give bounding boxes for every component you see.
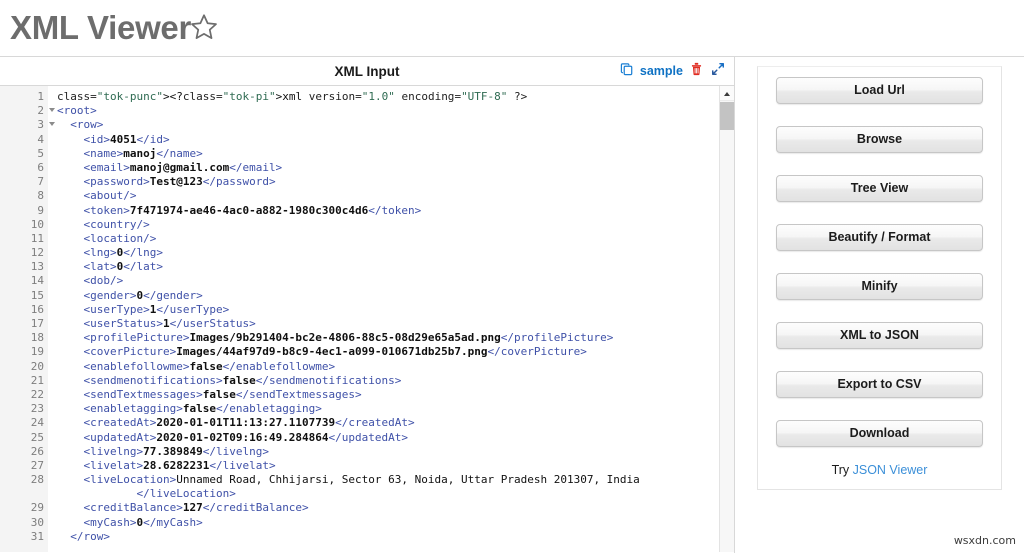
expand-arrows-icon[interactable] [711, 62, 725, 81]
code-line: <id>4051</id> [83, 132, 170, 146]
code-line: <createdAt>2020-01-01T11:13:27.1107739</… [83, 416, 415, 430]
line-number: 21 [30, 373, 44, 387]
code-line: <location/> [83, 231, 157, 245]
browse-button[interactable]: Browse [776, 126, 983, 153]
line-number-gutter: 1 2 3 4 5 6 7 8 9 10 11 12 13 14 15 16 17 18 19 20 21 22 23 24 2… [0, 86, 55, 552]
code-line: <lat>0</lat> [83, 260, 164, 274]
code-line: <enabletagging>false</enabletagging> [83, 402, 322, 416]
chevron-up-icon [724, 92, 730, 96]
code-line: <livelng>77.389849</livelng> [83, 444, 269, 458]
code-line: </liveLocation> [136, 487, 236, 501]
editor-toolbar: XML Input sample [0, 57, 734, 86]
code-line: <root> [57, 104, 97, 118]
line-number: 4 [37, 132, 44, 146]
line-number: 9 [37, 203, 44, 217]
code-line: <password>Test@123</password> [83, 175, 276, 189]
code-line: <about/> [83, 189, 137, 203]
code-content[interactable]: class="tok-punc"><?class="tok-pi">xml ve… [48, 86, 734, 552]
download-button[interactable]: Download [776, 420, 983, 447]
page-header: XML Viewer [0, 0, 1024, 57]
xml-editor-panel: XML Input sample 1 2 3 4 5 6 7 8 9 10 11 12 13 14 15 16… [0, 57, 735, 553]
editor-vertical-scrollbar[interactable] [719, 86, 734, 552]
code-line: <livelat>28.6282231</livelat> [83, 458, 276, 472]
code-editor[interactable]: 1 2 3 4 5 6 7 8 9 10 11 12 13 14 15 16 17 18 19 20 21 22 23 24 2… [0, 86, 734, 552]
copy-icon[interactable] [620, 62, 635, 82]
line-number: 18 [30, 331, 44, 345]
editor-toolbar-actions: sample [620, 57, 725, 86]
star-outline-icon[interactable] [189, 12, 219, 47]
trash-icon[interactable] [690, 62, 703, 81]
try-json-viewer: Try JSON Viewer [776, 463, 983, 477]
watermark: wsxdn.com [953, 534, 1016, 547]
try-prefix-label: Try [831, 463, 853, 477]
line-number: 28 [30, 473, 44, 487]
main-body: XML Input sample 1 2 3 4 5 6 7 8 9 10 11 12 13 14 15 16… [0, 57, 1024, 553]
line-number: 2 [0, 104, 55, 118]
xml-to-json-button[interactable]: XML to JSON [776, 322, 983, 349]
line-number: 19 [30, 345, 44, 359]
line-number-wrap [0, 487, 48, 501]
line-number: 1 [37, 90, 44, 103]
code-line: <name>manoj</name> [83, 146, 203, 160]
code-line: <coverPicture>Images/44af97d9-b8c9-4ec1-… [83, 345, 587, 359]
code-line: <lng>0</lng> [83, 246, 164, 260]
load-url-button[interactable]: Load Url [776, 77, 983, 104]
line-number: 23 [30, 402, 44, 416]
line-number: 11 [30, 231, 44, 245]
line-number: 26 [30, 444, 44, 458]
code-line: <email>manoj@gmail.com</email> [83, 160, 283, 174]
code-line: <userType>1</userType> [83, 302, 230, 316]
code-line: <creditBalance>127</creditBalance> [83, 501, 309, 515]
scroll-up-button[interactable] [720, 86, 734, 101]
line-number: 24 [30, 416, 44, 430]
line-number: 29 [30, 501, 44, 515]
code-line: <row> [70, 118, 104, 132]
xml-viewer-app: XML Viewer XML Input sample 1 2 3 4 5 6 7 8 9 10 1… [0, 0, 1024, 553]
line-number: 7 [37, 175, 44, 189]
beautify-format-button[interactable]: Beautify / Format [776, 224, 983, 251]
code-line: <profilePicture>Images/9b291404-bc2e-480… [83, 331, 614, 345]
code-line: <token>7f471974-ae46-4ac0-a882-1980c300c… [83, 203, 422, 217]
line-number: 12 [30, 246, 44, 260]
line-number: 13 [30, 260, 44, 274]
line-number: 27 [30, 458, 44, 472]
code-line: <userStatus>1</userStatus> [83, 317, 256, 330]
line-number: 3 [0, 118, 55, 132]
action-sidebar: Load Url Browse Tree View Beautify / For… [735, 57, 1024, 553]
code-line: </row> [70, 529, 110, 543]
code-line: <myCash>0</myCash> [83, 515, 203, 529]
code-line: <sendTextmessages>false</sendTextmessage… [83, 387, 362, 401]
line-number: 6 [37, 160, 44, 174]
line-number: 5 [37, 146, 44, 160]
code-line: <dob/> [83, 274, 124, 288]
page-title: XML Viewer [10, 9, 192, 46]
line-number: 16 [30, 302, 44, 316]
code-line: <updatedAt>2020-01-02T09:16:49.284864</u… [83, 430, 409, 444]
line-number: 15 [30, 288, 44, 302]
code-line: <sendmenotifications>false</sendmenotifi… [83, 373, 402, 387]
code-line: <gender>0</gender> [83, 288, 203, 302]
line-number: 17 [30, 317, 44, 330]
line-number: 22 [30, 387, 44, 401]
sidebar-button-group: Load Url Browse Tree View Beautify / For… [757, 66, 1002, 490]
line-number: 20 [30, 359, 44, 373]
line-number: 10 [30, 217, 44, 231]
code-line: <liveLocation>Unnamed Road, Chhijarsi, S… [83, 473, 640, 487]
minify-button[interactable]: Minify [776, 273, 983, 300]
code-line: <country/> [83, 217, 150, 231]
json-viewer-link[interactable]: JSON Viewer [853, 463, 928, 477]
line-number: 30 [30, 515, 44, 529]
code-line: <enablefollowme>false</enablefollowme> [83, 359, 336, 373]
code-line: class="tok-punc"><?class="tok-pi">xml ve… [57, 90, 528, 103]
line-number: 25 [30, 430, 44, 444]
line-number: 8 [37, 189, 44, 203]
tree-view-button[interactable]: Tree View [776, 175, 983, 202]
sample-link[interactable]: sample [640, 65, 683, 78]
export-to-csv-button[interactable]: Export to CSV [776, 371, 983, 398]
scrollbar-thumb[interactable] [720, 102, 734, 130]
line-number: 31 [30, 529, 44, 543]
line-number: 14 [30, 274, 44, 288]
